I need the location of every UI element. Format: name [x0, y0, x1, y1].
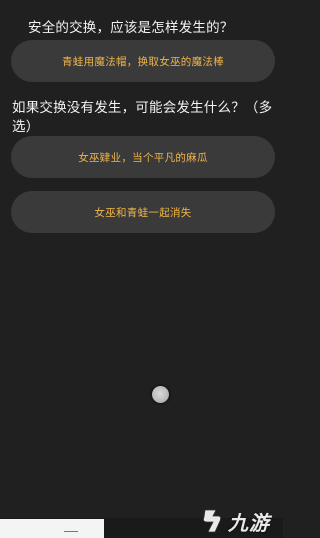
option-label: 女巫肄业，当个平凡的麻瓜 — [78, 151, 208, 164]
option-label: 青蛙用魔法帽，换取女巫的魔法棒 — [62, 55, 224, 68]
loading-spinner-icon — [152, 386, 169, 403]
question-2-text: 如果交换没有发生，可能会发生什么？（多选） — [12, 100, 273, 135]
watermark-text: 九游 — [228, 510, 270, 535]
quiz-screen: 安全的交换，应该是怎样发生的？ 青蛙用魔法帽，换取女巫的魔法棒 如果交换没有发生… — [0, 0, 283, 520]
option-button-magic-hat[interactable]: 青蛙用魔法帽，换取女巫的魔法棒 — [11, 40, 275, 82]
jiuyou-logo-icon — [203, 509, 222, 533]
option-button-witch-muggle[interactable]: 女巫肄业，当个平凡的麻瓜 — [11, 136, 275, 178]
question-1-text: 安全的交换，应该是怎样发生的？ — [28, 20, 234, 36]
watermark: 九游 — [196, 505, 282, 537]
bottom-white-panel — [0, 519, 104, 538]
option-label: 女巫和青蛙一起消失 — [94, 206, 192, 219]
option-button-disappear[interactable]: 女巫和青蛙一起消失 — [11, 191, 275, 233]
bottom-handle-line — [64, 531, 78, 532]
